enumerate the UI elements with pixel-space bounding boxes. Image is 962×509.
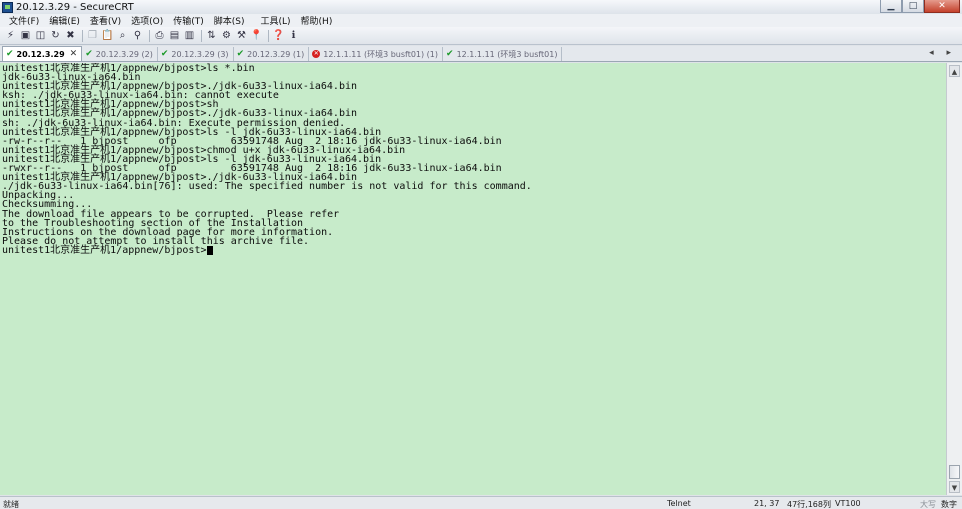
paste-icon[interactable]: 📋 bbox=[101, 29, 114, 42]
connected-check-icon: ✔ bbox=[160, 49, 169, 59]
session-tab[interactable]: ✔ 20.12.3.29 (1) bbox=[234, 47, 310, 61]
terminal-scrollbar[interactable]: ▲ ▼ bbox=[946, 63, 962, 495]
status-caps-lock: 大写 bbox=[920, 500, 936, 509]
status-cursor-position: 21, 37 bbox=[754, 499, 780, 508]
session-tab-label: 20.12.3.29 (3) bbox=[171, 49, 229, 59]
terminal-line: unitest1北京准生产机1/appnew/bjpost>ls *.bin bbox=[2, 63, 255, 74]
connected-check-icon: ✔ bbox=[6, 49, 14, 59]
disconnected-icon: ✕ bbox=[312, 50, 321, 58]
minimize-button[interactable]: ▁ bbox=[880, 0, 902, 13]
settings-icon[interactable]: ⚙ bbox=[220, 29, 233, 42]
session-tab[interactable]: ✔ 20.12.3.29 (3) bbox=[158, 47, 234, 61]
terminal-line: ./jdk-6u33-linux-ia64.bin[76]: used: The… bbox=[2, 181, 532, 193]
status-protocol: Telnet bbox=[667, 499, 691, 508]
connected-check-icon: ✔ bbox=[446, 49, 454, 59]
terminal-prompt: unitest1北京准生产机1/appnew/bjpost> bbox=[2, 244, 207, 256]
print-screen-icon[interactable]: ▤ bbox=[168, 29, 181, 42]
sftp-icon[interactable]: ⇅ bbox=[205, 29, 218, 42]
scrollbar-thumb[interactable] bbox=[949, 465, 960, 479]
status-terminal-size: 47行,168列 bbox=[787, 500, 831, 509]
maximize-button[interactable]: □ bbox=[902, 0, 924, 13]
menu-edit[interactable]: 编辑(E) bbox=[44, 14, 85, 27]
securecrt-app-icon[interactable] bbox=[2, 1, 13, 13]
connected-check-icon: ✔ bbox=[236, 49, 245, 59]
terminal-output[interactable]: unitest1北京准生产机1/appnew/bjpost>ls *.bin j… bbox=[0, 63, 946, 495]
about-icon[interactable]: ℹ bbox=[287, 29, 300, 42]
copy-icon[interactable]: ❐ bbox=[86, 29, 99, 42]
toolbar-separator bbox=[201, 29, 202, 42]
reconnect-icon[interactable]: ↻ bbox=[49, 29, 62, 42]
scroll-down-arrow-icon[interactable]: ▼ bbox=[949, 481, 960, 493]
status-ready: 就绪 bbox=[3, 500, 19, 509]
terminal-prompt-line: unitest1北京准生产机1/appnew/bjpost> bbox=[2, 244, 946, 256]
terminal-cursor bbox=[206, 245, 213, 255]
session-tab-label: 20.12.3.29 bbox=[16, 49, 65, 59]
window-title: 20.12.3.29 - SecureCRT bbox=[16, 1, 134, 13]
pin-icon[interactable]: 📍 bbox=[250, 29, 263, 42]
session-tab-bar: ✔ 20.12.3.29 ✕ ✔ 20.12.3.29 (2) ✔ 20.12.… bbox=[0, 46, 962, 62]
menu-options[interactable]: 选项(O) bbox=[126, 14, 168, 27]
session-tab[interactable]: ✔ 20.12.3.29 ✕ bbox=[2, 46, 83, 61]
print-selection-icon[interactable]: ▥ bbox=[183, 29, 196, 42]
menu-view[interactable]: 查看(V) bbox=[85, 14, 126, 27]
connect-icon[interactable]: ⚡ bbox=[4, 29, 17, 42]
find-icon[interactable]: ⌕ bbox=[116, 29, 129, 42]
menu-script[interactable]: 脚本(S) bbox=[209, 14, 250, 27]
menu-help[interactable]: 帮助(H) bbox=[296, 14, 338, 27]
disconnect-icon[interactable]: ✖ bbox=[64, 29, 77, 42]
tab-close-icon[interactable]: ✕ bbox=[70, 49, 78, 59]
menu-bar: 文件(F) 编辑(E) 查看(V) 选项(O) 传输(T) 脚本(S) 工具(L… bbox=[0, 14, 962, 27]
status-emulation: VT100 bbox=[835, 499, 861, 508]
scroll-up-arrow-icon[interactable]: ▲ bbox=[949, 65, 960, 77]
keymap-icon[interactable]: ⚒ bbox=[235, 29, 248, 42]
session-tab[interactable]: ✔ 20.12.3.29 (2) bbox=[82, 47, 158, 61]
toolbar-separator bbox=[82, 29, 83, 42]
toolbar-separator bbox=[268, 29, 269, 42]
close-button[interactable]: ✕ bbox=[924, 0, 960, 13]
connect-in-tab-icon[interactable]: ◫ bbox=[34, 29, 47, 42]
session-tab-label: 20.12.3.29 (2) bbox=[95, 49, 153, 59]
help-icon[interactable]: ❓ bbox=[272, 29, 285, 42]
menu-tools[interactable]: 工具(L) bbox=[256, 14, 296, 27]
window-controls: ▁ □ ✕ bbox=[880, 0, 960, 14]
session-tab-label: 12.1.1.11 (环境3 busft01) bbox=[456, 49, 558, 59]
terminal-line: Unpacking... bbox=[2, 190, 75, 202]
find-next-icon[interactable]: ⚲ bbox=[131, 29, 144, 42]
menu-transfer[interactable]: 传输(T) bbox=[168, 14, 209, 27]
session-tab[interactable]: ✕ 12.1.1.11 (环境3 busft01) (1) bbox=[309, 47, 444, 61]
session-tab-label: 20.12.3.29 (1) bbox=[247, 49, 305, 59]
session-tab[interactable]: ✔ 12.1.1.11 (环境3 busft01) bbox=[443, 47, 563, 61]
connected-check-icon: ✔ bbox=[85, 49, 93, 59]
menu-file[interactable]: 文件(F) bbox=[4, 14, 44, 27]
print-icon[interactable]: ⎙ bbox=[153, 29, 166, 42]
tab-scroll-arrows-icon[interactable]: ◂ ▸ bbox=[929, 48, 956, 58]
quick-connect-icon[interactable]: ▣ bbox=[19, 29, 32, 42]
toolbar: ⚡ ▣ ◫ ↻ ✖ ❐ 📋 ⌕ ⚲ ⎙ ▤ ▥ ⇅ ⚙ ⚒ 📍 ❓ ℹ bbox=[0, 27, 962, 45]
title-bar: 20.12.3.29 - SecureCRT ▁ □ ✕ bbox=[0, 0, 962, 14]
toolbar-separator bbox=[149, 29, 150, 42]
status-num-lock: 数字 bbox=[941, 500, 957, 509]
status-bar: 就绪 Telnet 21, 37 47行,168列 VT100 大写 数字 bbox=[0, 496, 962, 509]
session-tab-label: 12.1.1.11 (环境3 busft01) (1) bbox=[323, 49, 439, 59]
